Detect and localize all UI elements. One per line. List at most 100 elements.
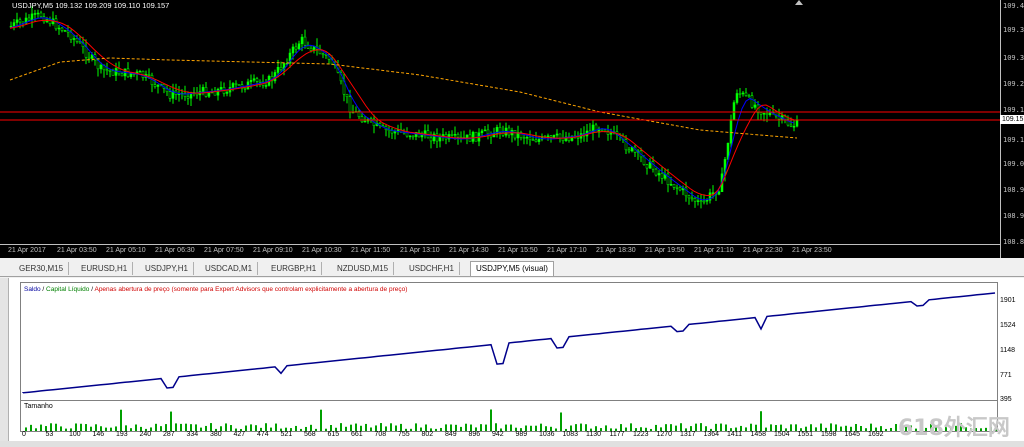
candle-body xyxy=(36,12,40,15)
volume-bar xyxy=(795,424,797,431)
candle-body xyxy=(669,184,673,186)
chart-tab[interactable]: NZDUSD,M15 xyxy=(332,262,395,275)
volume-bar xyxy=(60,426,62,431)
chart-tabs: GER30,M15 EURUSD,H1 USDJPY,H1 USDCAD,M1 EURG… xyxy=(0,260,1024,277)
candle-body xyxy=(525,136,529,139)
volume-bar xyxy=(540,423,542,431)
time-tick-label: 21 Apr 23:50 xyxy=(792,247,832,254)
candlestick-plot[interactable] xyxy=(0,0,1000,244)
balance-tick-label: 1901 xyxy=(1000,297,1016,304)
volume-bar xyxy=(210,423,212,431)
candle-body xyxy=(75,38,79,42)
candle-body xyxy=(54,18,58,30)
volume-bar xyxy=(835,424,837,431)
trades-tick-label: 100 xyxy=(69,431,81,438)
balance-line xyxy=(22,292,996,394)
volume-bar xyxy=(840,426,842,431)
candle-body xyxy=(759,112,763,115)
volume-bar xyxy=(555,428,557,431)
candle-body xyxy=(762,112,766,115)
horizontal-scrollbar[interactable] xyxy=(0,441,1024,447)
trades-tick-label: 287 xyxy=(163,431,175,438)
trades-tick-label: 896 xyxy=(468,431,481,438)
volume-bar xyxy=(340,423,342,431)
candle-body xyxy=(471,131,475,142)
volume-bar xyxy=(55,423,57,431)
volume-bar xyxy=(120,409,122,431)
candle-body xyxy=(63,30,67,32)
volume-bar xyxy=(770,424,772,431)
candle-body xyxy=(741,92,745,95)
scroll-marker-icon[interactable] xyxy=(795,0,803,5)
candle-body xyxy=(186,96,190,99)
candle-body xyxy=(234,83,238,85)
candle-body xyxy=(552,134,556,138)
candle-body xyxy=(114,68,118,76)
time-tick-label: 21 Apr 22:30 xyxy=(743,247,783,254)
trades-tick-label: 146 xyxy=(92,431,105,438)
trades-tick-label: 1223 xyxy=(633,431,649,438)
balance-curve xyxy=(22,292,996,394)
candle-body xyxy=(795,120,799,127)
volume-bar xyxy=(85,424,87,431)
volume-bar xyxy=(495,423,497,431)
candle-body xyxy=(699,200,703,202)
time-tick-label: 21 Apr 03:50 xyxy=(57,247,97,254)
candle-body xyxy=(693,198,697,202)
candle-body xyxy=(522,137,526,139)
volume-bar xyxy=(320,409,322,431)
candle-body xyxy=(672,184,676,188)
volume-bar xyxy=(270,427,272,431)
volume-bar xyxy=(680,423,682,431)
time-tick-label: 21 Apr 09:10 xyxy=(253,247,293,254)
volume-bar xyxy=(715,423,717,431)
volume-bar xyxy=(230,425,232,431)
volume-bar xyxy=(625,427,627,431)
candle-body xyxy=(450,134,454,136)
candle-body xyxy=(297,43,301,50)
volume-bar xyxy=(180,423,182,431)
price-chart[interactable]: USDJPY,M5 109.132 109.209 109.110 109.15… xyxy=(0,0,1024,258)
candle-body xyxy=(420,134,424,138)
volume-bar xyxy=(675,425,677,431)
trades-tick-label: 334 xyxy=(186,431,199,438)
time-tick-label: 21 Apr 07:50 xyxy=(204,247,244,254)
trades-tick-label: 474 xyxy=(257,431,269,438)
candle-body xyxy=(531,139,535,142)
candle-body xyxy=(609,132,613,135)
chart-tab[interactable]: USDCAD,M1 xyxy=(200,262,259,275)
volume-bar xyxy=(535,425,537,431)
trades-tick-label: 989 xyxy=(515,431,528,438)
volume-bars xyxy=(25,409,997,431)
volume-bar xyxy=(575,424,577,431)
side-panel-label[interactable]: minador xyxy=(0,278,9,447)
chart-tab[interactable]: EURGBP,H1 xyxy=(266,262,323,275)
chart-tab[interactable]: USDJPY,H1 xyxy=(140,262,194,275)
trades-tick-label: 427 xyxy=(233,431,246,438)
volume-bar xyxy=(165,424,167,431)
trades-tick-label: 615 xyxy=(327,431,340,438)
candle-body xyxy=(201,87,205,92)
volume-bar xyxy=(175,423,177,431)
candle-body xyxy=(147,74,151,76)
candle-body xyxy=(18,19,22,23)
volume-bar xyxy=(80,423,82,431)
chart-tab[interactable]: GER30,M15 xyxy=(14,262,70,275)
chart-tab[interactable]: EURUSD,H1 xyxy=(76,262,134,275)
volume-bar xyxy=(870,423,872,431)
volume-bar xyxy=(605,425,607,431)
chart-tab[interactable]: USDCHF,H1 xyxy=(404,262,460,275)
volume-bar xyxy=(245,425,247,431)
trades-tick-label: 661 xyxy=(351,431,363,438)
candle-body xyxy=(405,132,409,137)
volume-bar xyxy=(160,426,162,431)
candle-body xyxy=(78,41,82,44)
time-tick-label: 21 Apr 18:30 xyxy=(596,247,636,254)
chart-tab[interactable]: USDJPY,M5 (visual) xyxy=(470,261,554,276)
volume-bar xyxy=(650,428,652,431)
trades-tick-label: 1692 xyxy=(868,431,884,438)
candle-body xyxy=(453,134,457,136)
candle-body xyxy=(678,187,682,191)
time-tick-label: 21 Apr 17:10 xyxy=(547,247,587,254)
trades-tick-label: 521 xyxy=(280,431,293,438)
